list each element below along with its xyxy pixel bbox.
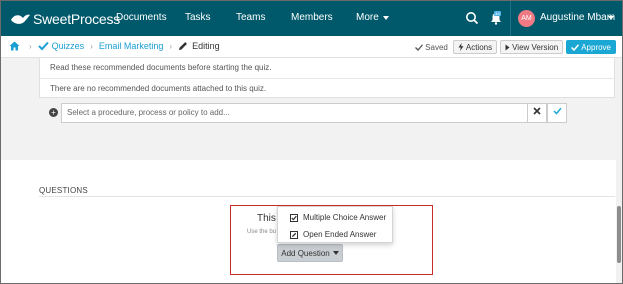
nav-documents[interactable]: Documents	[116, 12, 167, 23]
breadcrumb-bar: › Quizzes › Email Marketing › Editing Sa…	[1, 36, 622, 58]
saved-status: Saved	[415, 43, 448, 52]
nav-members[interactable]: Members	[291, 12, 333, 23]
breadcrumb-separator: ›	[169, 41, 173, 51]
pencil-icon	[179, 42, 188, 50]
saved-label: Saved	[425, 42, 448, 52]
play-icon	[505, 44, 510, 50]
checkmark-icon	[37, 41, 49, 51]
recommended-docs-card: Read these recommended documents before …	[39, 58, 615, 98]
questions-divider	[39, 196, 615, 197]
actions-label: Actions	[465, 42, 493, 52]
top-navbar: SweetProcess Documents Tasks Teams Membe…	[1, 1, 622, 36]
breadcrumb-separator: ›	[90, 41, 93, 51]
app-window: SweetProcess Documents Tasks Teams Membe…	[0, 0, 623, 284]
nav-divider	[510, 1, 511, 36]
breadcrumb-quizzes[interactable]: Quizzes	[52, 41, 85, 51]
nav-tasks[interactable]: Tasks	[185, 12, 211, 23]
search-icon[interactable]	[465, 11, 479, 25]
actions-button[interactable]: Actions	[452, 40, 498, 54]
toolbar-actions: Saved Actions View Version Approve	[415, 40, 616, 54]
saved-check-icon	[415, 43, 424, 51]
breadcrumb-separator: ›	[29, 41, 32, 51]
nav-teams[interactable]: Teams	[236, 12, 265, 23]
approve-check-icon	[571, 43, 580, 51]
close-icon	[533, 107, 541, 115]
clear-selection-button[interactable]	[527, 103, 547, 123]
questions-heading: QUESTIONS	[39, 186, 88, 195]
notification-badge: 44	[494, 11, 501, 16]
chevron-down-icon	[382, 15, 389, 20]
logo-bird-icon	[11, 14, 30, 24]
docs-empty-text: There are no recommended documents attac…	[40, 78, 614, 98]
add-document-row: + Select a procedure, process or policy …	[39, 102, 615, 124]
avatar[interactable]: AM	[518, 10, 535, 27]
document-select[interactable]: Select a procedure, process or policy to…	[61, 103, 549, 123]
view-version-label: View Version	[512, 42, 559, 52]
home-icon[interactable]	[9, 41, 20, 51]
breadcrumb: › Quizzes › Email Marketing › Editing	[9, 41, 220, 51]
confirm-add-button[interactable]	[547, 103, 567, 123]
check-icon	[552, 107, 562, 115]
logo-text: SweetProcess	[33, 11, 121, 27]
user-name[interactable]: Augustine Mbam	[540, 12, 615, 23]
view-version-button[interactable]: View Version	[500, 40, 564, 54]
highlight-box	[230, 205, 433, 275]
approve-button[interactable]: Approve	[566, 40, 616, 54]
document-select-placeholder: Select a procedure, process or policy to…	[67, 108, 230, 117]
plus-circle-icon: +	[49, 108, 58, 117]
nav-more-label: More	[356, 12, 379, 23]
nav-more[interactable]: More	[356, 12, 389, 23]
app-logo[interactable]: SweetProcess	[9, 10, 120, 28]
breadcrumb-editing: Editing	[192, 41, 220, 51]
scrollbar-thumb[interactable]	[617, 206, 621, 263]
breadcrumb-email-marketing[interactable]: Email Marketing	[99, 41, 164, 51]
docs-intro-text: Read these recommended documents before …	[50, 63, 272, 72]
lightning-icon	[458, 43, 464, 51]
approve-label: Approve	[581, 42, 611, 52]
user-menu-chevron-icon[interactable]	[608, 16, 614, 20]
